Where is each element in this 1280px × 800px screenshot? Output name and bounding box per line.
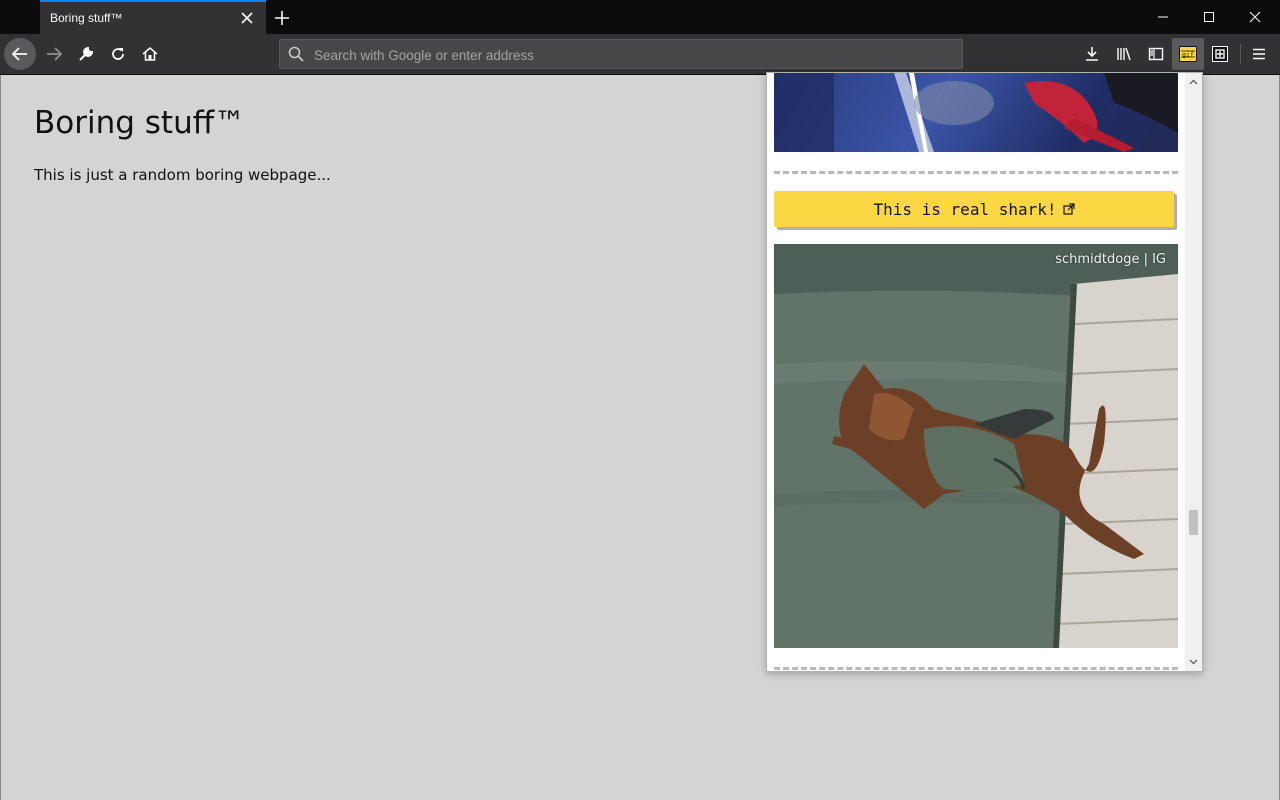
download-icon: [1086, 47, 1098, 61]
library-button[interactable]: [1108, 38, 1140, 70]
shark-link-button[interactable]: This is real shark!: [774, 191, 1174, 227]
tab-strip: Boring stuff™: [0, 0, 1280, 34]
back-button[interactable]: [4, 38, 36, 70]
popup-scrollbar[interactable]: [1185, 73, 1202, 671]
gif-caption: schmidtdoge | IG: [1055, 252, 1166, 267]
wrench-icon: [79, 46, 94, 61]
reload-icon: [112, 48, 124, 60]
minimize-icon: [1158, 16, 1168, 18]
shark-link-label: This is real shark!: [873, 199, 1057, 219]
tab-title: Boring stuff™: [50, 11, 123, 25]
window-minimize-button[interactable]: [1140, 0, 1186, 34]
tab-active[interactable]: Boring stuff™: [40, 0, 266, 34]
extension-button[interactable]: [1204, 38, 1236, 70]
chevron-down-icon: [1189, 659, 1198, 665]
forward-arrow-icon: [47, 47, 63, 61]
back-arrow-icon: [11, 47, 27, 61]
window-maximize-button[interactable]: [1186, 0, 1232, 34]
url-bar[interactable]: [279, 39, 963, 70]
page-heading: Boring stuff™: [34, 105, 246, 141]
scroll-up-button[interactable]: [1185, 75, 1202, 89]
sidebar-button[interactable]: [1140, 38, 1172, 70]
gif-extension-icon: gif: [1179, 46, 1197, 62]
gif-extension-popup: This is real shark! schmidtdoge | IG: [766, 72, 1203, 672]
navigation-toolbar: gif: [0, 34, 1280, 75]
extension-icon: [1212, 46, 1228, 62]
menu-button[interactable]: [1243, 38, 1275, 70]
developer-tools-button[interactable]: [70, 38, 102, 70]
gif-top-artwork: [774, 73, 1178, 152]
gif-extension-button[interactable]: gif: [1172, 38, 1204, 70]
hamburger-menu-icon: [1253, 48, 1265, 60]
sidebar-icon: [1148, 47, 1164, 61]
close-icon: [1249, 11, 1261, 23]
new-tab-icon[interactable]: [274, 10, 290, 26]
scroll-thumb[interactable]: [1189, 509, 1198, 535]
forward-button[interactable]: [38, 38, 70, 70]
maximize-icon: [1204, 12, 1214, 22]
scroll-down-button[interactable]: [1185, 655, 1202, 669]
page-paragraph: This is just a random boring webpage...: [34, 166, 331, 184]
gif-image-dog[interactable]: schmidtdoge | IG: [774, 244, 1178, 648]
popup-separator: [774, 667, 1178, 670]
window-close-button[interactable]: [1232, 0, 1278, 34]
gif-dog-artwork: [774, 244, 1178, 648]
tab-close-icon[interactable]: [240, 11, 254, 25]
gif-image-top[interactable]: [774, 73, 1178, 152]
svg-text:gif: gif: [1182, 51, 1194, 59]
address-input[interactable]: [312, 40, 956, 70]
search-icon: [288, 46, 304, 62]
reload-button[interactable]: [102, 38, 134, 70]
home-icon: [142, 46, 158, 61]
external-link-icon: [1062, 203, 1075, 215]
library-icon: [1117, 47, 1131, 61]
chevron-up-icon: [1189, 79, 1198, 85]
toolbar-divider: [1240, 44, 1241, 64]
popup-separator: [774, 171, 1178, 174]
downloads-button[interactable]: [1076, 38, 1108, 70]
home-button[interactable]: [134, 38, 166, 70]
